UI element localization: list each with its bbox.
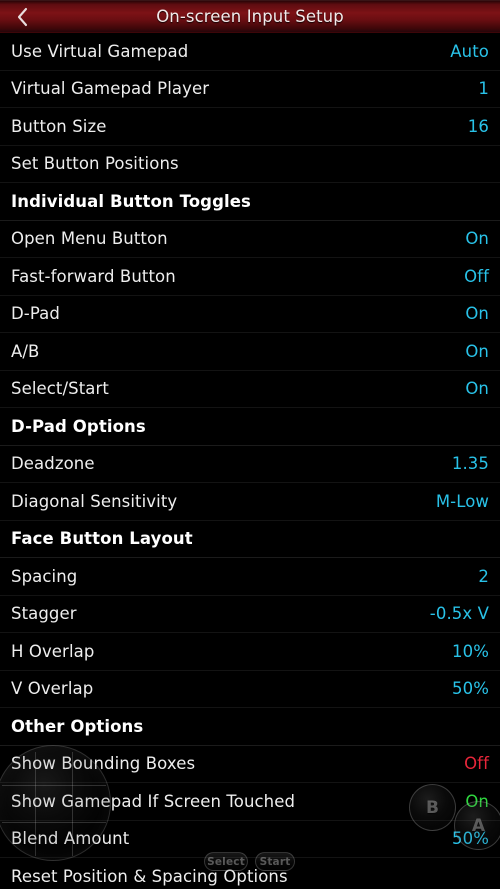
row-value: On: [465, 229, 489, 249]
row-label: Virtual Gamepad Player: [11, 79, 210, 99]
row-label: D-Pad Options: [11, 416, 146, 436]
settings-row[interactable]: Set Button Positions: [0, 145, 500, 183]
row-label: Select/Start: [11, 379, 109, 399]
row-value: 1.35: [451, 454, 489, 474]
row-label: V Overlap: [11, 679, 94, 699]
row-value: M-Low: [435, 491, 489, 511]
settings-row[interactable]: Reset Position & Spacing Options: [0, 858, 500, 889]
row-value: 50%: [452, 679, 489, 699]
title-bar: On-screen Input Setup: [0, 0, 500, 33]
chevron-left-icon: [17, 7, 27, 26]
settings-row[interactable]: Diagonal Sensitivity M-Low: [0, 483, 500, 521]
settings-row[interactable]: Button Size 16: [0, 108, 500, 146]
section-header: D-Pad Options: [0, 408, 500, 446]
row-label: Use Virtual Gamepad: [11, 41, 189, 61]
section-header: Face Button Layout: [0, 520, 500, 558]
row-label: D-Pad: [11, 304, 60, 324]
settings-row[interactable]: A/B On: [0, 333, 500, 371]
row-label: Diagonal Sensitivity: [11, 491, 178, 511]
settings-row[interactable]: Use Virtual Gamepad Auto: [0, 33, 500, 71]
settings-row[interactable]: Select/Start On: [0, 370, 500, 408]
row-label: Stagger: [11, 604, 77, 624]
row-label: Set Button Positions: [11, 154, 179, 174]
row-value: 10%: [452, 641, 489, 661]
row-label: Deadzone: [11, 454, 95, 474]
settings-row[interactable]: Virtual Gamepad Player 1: [0, 70, 500, 108]
row-label: Individual Button Toggles: [11, 191, 251, 211]
settings-row[interactable]: Blend Amount 50%: [0, 820, 500, 858]
row-label: A/B: [11, 341, 40, 361]
section-header: Individual Button Toggles: [0, 183, 500, 221]
row-label: H Overlap: [11, 641, 95, 661]
settings-row[interactable]: V Overlap 50%: [0, 670, 500, 708]
settings-row[interactable]: Deadzone 1.35: [0, 445, 500, 483]
row-value: On: [465, 791, 489, 811]
settings-row[interactable]: D-Pad On: [0, 295, 500, 333]
row-value: 50%: [452, 829, 489, 849]
settings-list: Use Virtual Gamepad Auto Virtual Gamepad P…: [0, 33, 500, 889]
row-value: 1: [478, 79, 489, 99]
row-label: Show Gamepad If Screen Touched: [11, 791, 296, 811]
back-button[interactable]: [0, 0, 44, 32]
settings-row[interactable]: Show Bounding Boxes Off: [0, 745, 500, 783]
page-title: On-screen Input Setup: [156, 6, 344, 26]
settings-row[interactable]: Stagger -0.5x V: [0, 595, 500, 633]
row-label: Blend Amount: [11, 829, 130, 849]
row-label: Other Options: [11, 716, 144, 736]
row-label: Reset Position & Spacing Options: [11, 866, 288, 886]
settings-row[interactable]: Show Gamepad If Screen Touched On: [0, 783, 500, 821]
row-label: Show Bounding Boxes: [11, 754, 196, 774]
row-value: On: [465, 379, 489, 399]
row-label: Spacing: [11, 566, 78, 586]
row-value: On: [465, 341, 489, 361]
row-value: 2: [478, 566, 489, 586]
row-value: On: [465, 304, 489, 324]
row-value: 16: [467, 116, 489, 136]
row-label: Face Button Layout: [11, 529, 193, 549]
settings-row[interactable]: Open Menu Button On: [0, 220, 500, 258]
section-header: Other Options: [0, 708, 500, 746]
on-screen-input-setup-screen: On-screen Input Setup Use Virtual Gamepa…: [0, 0, 500, 889]
row-value: -0.5x V: [429, 604, 489, 624]
row-label: Open Menu Button: [11, 229, 168, 249]
settings-row[interactable]: H Overlap 10%: [0, 633, 500, 671]
settings-row[interactable]: Spacing 2: [0, 558, 500, 596]
row-value: Off: [464, 754, 489, 774]
settings-row[interactable]: Fast-forward Button Off: [0, 258, 500, 296]
row-label: Button Size: [11, 116, 107, 136]
row-value: Auto: [450, 41, 489, 61]
row-value: Off: [464, 266, 489, 286]
row-label: Fast-forward Button: [11, 266, 176, 286]
